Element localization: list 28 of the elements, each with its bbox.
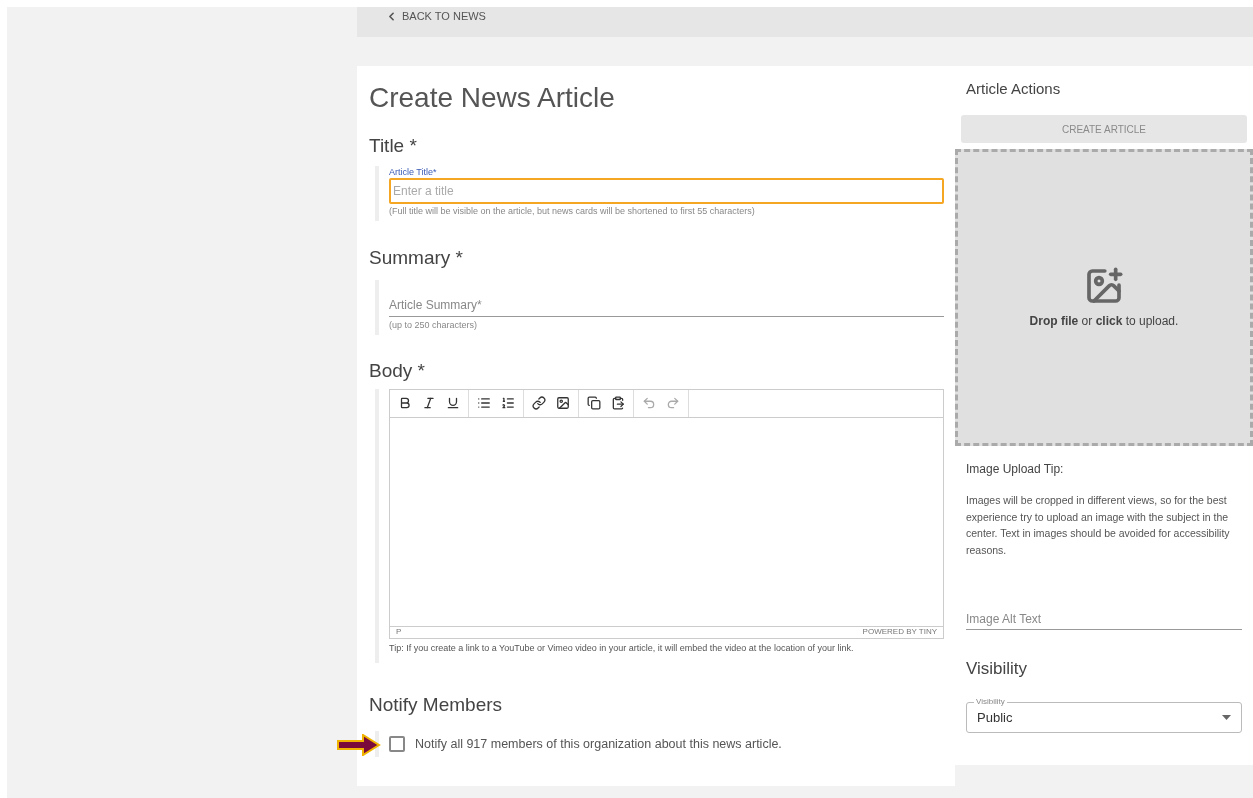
section-heading: Visibility: [965, 658, 1029, 680]
tip-paragraph: Images will be cropped in different views, so for the best experience try to upload an image with the subject in the center. Text in images should be avoided for accessibility reasons.: [965, 493, 1231, 558]
alt-text-input-field[interactable]: Image Alt Text: [966, 608, 1242, 630]
add-image-icon: [1084, 265, 1124, 306]
checkbox-label: Notify all 917 members of this organization about this news article.: [415, 735, 782, 753]
title-input-field[interactable]: Enter a title: [389, 178, 944, 204]
element-path: P: [396, 626, 402, 638]
arrow-icon: [337, 734, 381, 756]
sidebar-heading: Article Actions: [965, 79, 1062, 99]
section-heading: Title *: [369, 134, 418, 158]
section-heading: Notify Members: [369, 693, 504, 717]
helper-text: (up to 250 characters): [389, 319, 479, 332]
tip-heading: Image Upload Tip:: [965, 461, 1065, 478]
helper-text: (Full title will be visible on the article, but news cards will be shortened to first 55 characters): [389, 205, 756, 218]
powered-by-label: POWERED BY TINY: [862, 626, 937, 638]
summary-input-field[interactable]: Article Summary*: [389, 293, 944, 317]
back-to-news-link[interactable]: BACK TO NEWS: [385, 8, 486, 25]
file-dropzone[interactable]: Drop file or click to upload.: [955, 149, 1253, 446]
section-heading: Body *: [369, 358, 426, 383]
select-value: Public: [977, 708, 1013, 727]
page-title: Create News Article: [369, 81, 616, 115]
field-label: Article Title*: [389, 166, 438, 178]
dropzone-text: Drop file or click to upload.: [1029, 312, 1179, 330]
notify-checkbox[interactable]: [389, 736, 405, 752]
section-heading: Summary *: [369, 245, 464, 270]
dropdown-caret-icon: [1222, 715, 1231, 720]
tip-text: Tip: If you create a link to a YouTube or Vimeo video in your article, it will embed the video at the location of your link.: [389, 641, 855, 655]
select-label: Visibility: [974, 696, 1007, 708]
